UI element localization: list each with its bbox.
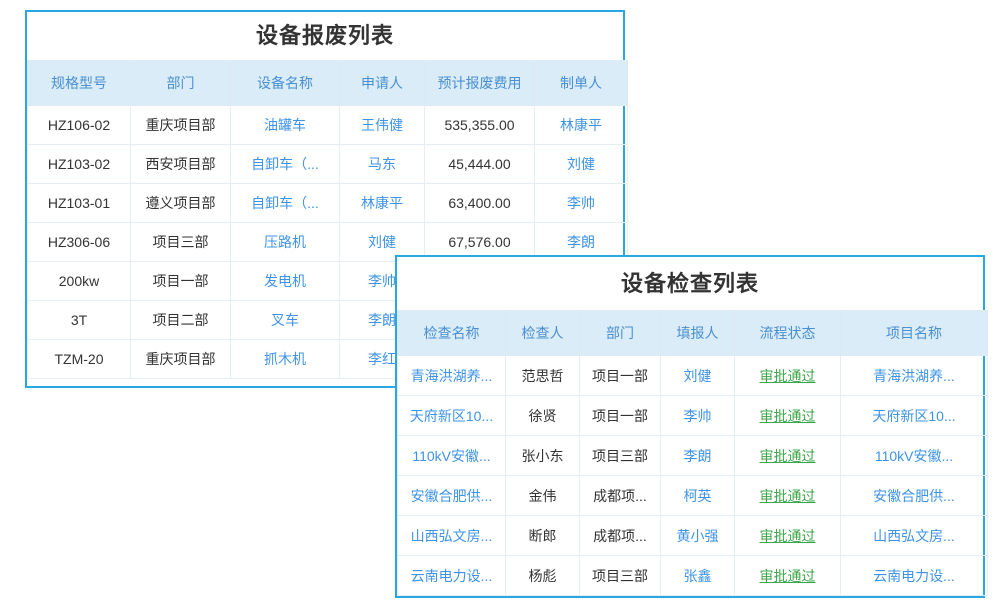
text-cell: HZ103-01 (28, 184, 131, 223)
link-cell[interactable]: 刘健 (535, 145, 628, 184)
link-cell[interactable]: 黄小强 (661, 516, 735, 556)
link-cell[interactable]: 林康平 (340, 184, 425, 223)
status-link-cell[interactable]: 审批通过 (735, 396, 841, 436)
link-cell[interactable]: 王伟健 (340, 106, 425, 145)
text-cell: 断郎 (506, 516, 580, 556)
header-row: 规格型号部门设备名称申请人预计报废费用制单人 (28, 61, 628, 106)
text-cell: 西安项目部 (131, 145, 231, 184)
table-row: HZ103-01遵义项目部自卸车（...林康平63,400.00李帅 (28, 184, 628, 223)
text-cell: 项目三部 (580, 436, 661, 476)
link-cell[interactable]: 天府新区10... (398, 396, 506, 436)
link-cell[interactable]: 云南电力设... (398, 556, 506, 596)
link-cell[interactable]: 安徽合肥供... (398, 476, 506, 516)
text-cell: 200kw (28, 262, 131, 301)
table-row: HZ106-02重庆项目部油罐车王伟健535,355.00林康平 (28, 106, 628, 145)
link-cell[interactable]: 安徽合肥供... (841, 476, 988, 516)
table-row: HZ103-02西安项目部自卸车（...马东45,444.00刘健 (28, 145, 628, 184)
table-row: 天府新区10...徐贤项目一部李帅审批通过天府新区10... (398, 396, 988, 436)
link-cell[interactable]: 马东 (340, 145, 425, 184)
link-cell[interactable]: 柯英 (661, 476, 735, 516)
link-cell[interactable]: 天府新区10... (841, 396, 988, 436)
inspection-list-title: 设备检查列表 (397, 257, 983, 310)
link-cell[interactable]: 抓木机 (231, 340, 340, 379)
link-cell[interactable]: 山西弘文房... (841, 516, 988, 556)
text-cell: 成都项... (580, 516, 661, 556)
link-cell[interactable]: 自卸车（... (231, 145, 340, 184)
column-header: 申请人 (340, 61, 425, 106)
column-header: 流程状态 (735, 311, 841, 356)
column-header: 项目名称 (841, 311, 988, 356)
column-header: 规格型号 (28, 61, 131, 106)
link-cell[interactable]: 自卸车（... (231, 184, 340, 223)
status-link-cell[interactable]: 审批通过 (735, 476, 841, 516)
column-header: 检查人 (506, 311, 580, 356)
text-cell: 项目三部 (131, 223, 231, 262)
link-cell[interactable]: 李朗 (661, 436, 735, 476)
text-cell: 项目二部 (131, 301, 231, 340)
column-header: 设备名称 (231, 61, 340, 106)
link-cell[interactable]: 张鑫 (661, 556, 735, 596)
text-cell: 项目一部 (131, 262, 231, 301)
text-cell: 项目三部 (580, 556, 661, 596)
column-header: 部门 (580, 311, 661, 356)
link-cell[interactable]: 刘健 (661, 356, 735, 396)
link-cell[interactable]: 叉车 (231, 301, 340, 340)
status-link-cell[interactable]: 审批通过 (735, 556, 841, 596)
link-cell[interactable]: 林康平 (535, 106, 628, 145)
text-cell: TZM-20 (28, 340, 131, 379)
table-row: 山西弘文房...断郎成都项...黄小强审批通过山西弘文房... (398, 516, 988, 556)
table-row: 110kV安徽...张小东项目三部李朗审批通过110kV安徽... (398, 436, 988, 476)
text-cell: 遵义项目部 (131, 184, 231, 223)
text-cell: HZ106-02 (28, 106, 131, 145)
link-cell[interactable]: 110kV安徽... (398, 436, 506, 476)
link-cell[interactable]: 青海洪湖养... (841, 356, 988, 396)
text-cell: 杨彪 (506, 556, 580, 596)
table-row: 云南电力设...杨彪项目三部张鑫审批通过云南电力设... (398, 556, 988, 596)
text-cell: 45,444.00 (425, 145, 535, 184)
link-cell[interactable]: 云南电力设... (841, 556, 988, 596)
text-cell: 徐贤 (506, 396, 580, 436)
text-cell: 63,400.00 (425, 184, 535, 223)
column-header: 部门 (131, 61, 231, 106)
status-link-cell[interactable]: 审批通过 (735, 356, 841, 396)
scrap-list-title: 设备报废列表 (27, 12, 623, 60)
column-header: 检查名称 (398, 311, 506, 356)
text-cell: 项目一部 (580, 356, 661, 396)
status-link-cell[interactable]: 审批通过 (735, 516, 841, 556)
status-link-cell[interactable]: 审批通过 (735, 436, 841, 476)
text-cell: 535,355.00 (425, 106, 535, 145)
text-cell: 张小东 (506, 436, 580, 476)
column-header: 预计报废费用 (425, 61, 535, 106)
inspection-list-table: 检查名称检查人部门填报人流程状态项目名称青海洪湖养...范思哲项目一部刘健审批通… (397, 310, 988, 596)
text-cell: 项目一部 (580, 396, 661, 436)
link-cell[interactable]: 李帅 (535, 184, 628, 223)
text-cell: 金伟 (506, 476, 580, 516)
text-cell: 重庆项目部 (131, 340, 231, 379)
header-row: 检查名称检查人部门填报人流程状态项目名称 (398, 311, 988, 356)
page-canvas: 设备报废列表 规格型号部门设备名称申请人预计报废费用制单人HZ106-02重庆项… (0, 0, 1000, 600)
table-row: 安徽合肥供...金伟成都项...柯英审批通过安徽合肥供... (398, 476, 988, 516)
link-cell[interactable]: 110kV安徽... (841, 436, 988, 476)
link-cell[interactable]: 李帅 (661, 396, 735, 436)
text-cell: 成都项... (580, 476, 661, 516)
link-cell[interactable]: 油罐车 (231, 106, 340, 145)
link-cell[interactable]: 山西弘文房... (398, 516, 506, 556)
column-header: 填报人 (661, 311, 735, 356)
table-row: 青海洪湖养...范思哲项目一部刘健审批通过青海洪湖养... (398, 356, 988, 396)
link-cell[interactable]: 青海洪湖养... (398, 356, 506, 396)
text-cell: HZ103-02 (28, 145, 131, 184)
link-cell[interactable]: 发电机 (231, 262, 340, 301)
column-header: 制单人 (535, 61, 628, 106)
inspection-list-panel: 设备检查列表 检查名称检查人部门填报人流程状态项目名称青海洪湖养...范思哲项目… (395, 255, 985, 598)
text-cell: 重庆项目部 (131, 106, 231, 145)
text-cell: 3T (28, 301, 131, 340)
text-cell: 范思哲 (506, 356, 580, 396)
text-cell: HZ306-06 (28, 223, 131, 262)
link-cell[interactable]: 压路机 (231, 223, 340, 262)
